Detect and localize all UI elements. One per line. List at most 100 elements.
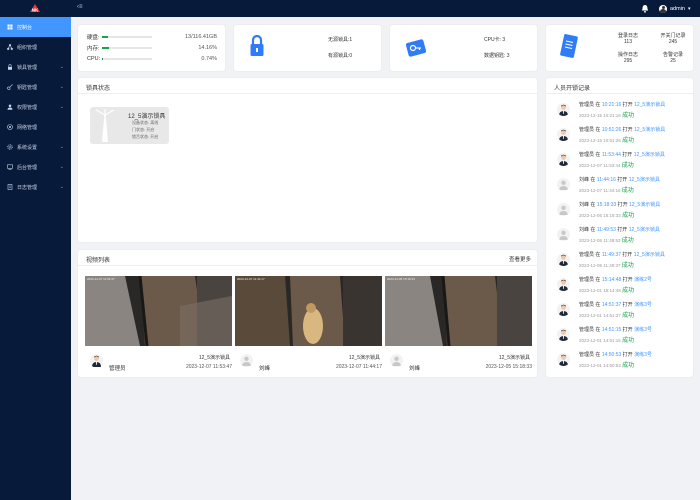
record-detail: 2023-12-07 11:44:16 成功 <box>579 185 634 194</box>
record-lock-link[interactable]: 演练3号 <box>634 302 652 308</box>
record-lock-link[interactable]: 12_5演示锁具 <box>629 202 660 208</box>
video-thumbnail[interactable]: 2023-12-07 11:53:47 <box>85 276 232 346</box>
open-record-count: 245 <box>668 39 678 45</box>
record-open: 打开 <box>622 252 633 258</box>
record-status: 成功 <box>622 138 635 144</box>
record-at: 在 <box>595 327 601 333</box>
sidebar-item-7[interactable]: 后台管理 ⌄ <box>0 157 71 177</box>
record-lock-link[interactable]: 12_5演示锁具 <box>634 252 665 258</box>
record-detail: 2023-12-01 14:50:53 成功 <box>579 360 634 369</box>
digital-key-count: 数据钥匙: 3 <box>484 53 510 59</box>
record-date: 2023-12-07 11:53:44 <box>579 163 621 168</box>
record-date: 2023-12-01 15:14:48 <box>579 288 621 293</box>
open-record-item: 管理员 在 11:53:44 打开 12_5演示锁具 2023-12-07 11:… <box>553 150 688 174</box>
record-lock-link[interactable]: 12_5演示锁具 <box>629 177 660 183</box>
sidebar-item-label: 组织管理 <box>17 44 38 51</box>
record-time: 14:50:53 <box>601 352 622 358</box>
record-lock-link[interactable]: 12_5演示锁具 <box>634 102 665 108</box>
record-lock-link[interactable]: 演练3号 <box>634 352 652 358</box>
record-lock-link[interactable]: 12_5演示锁具 <box>634 152 665 158</box>
sidebar-item-4[interactable]: 权限管理 ⌄ <box>0 97 71 117</box>
record-time: 11:49:53 <box>596 227 616 233</box>
collapse-menu-button[interactable]: ‹≡ <box>77 4 83 10</box>
record-lock-link[interactable]: 12_5演示锁具 <box>634 127 665 133</box>
record-status: 成功 <box>621 238 634 244</box>
record-lock-link[interactable]: 演练2号 <box>634 277 652 283</box>
powered-lock-count: 有源锁具:0 <box>328 53 353 59</box>
lock-stats-card: 无源锁具:1 有源锁具:0 <box>234 25 381 71</box>
sidebar-item-label: 控制台 <box>17 24 33 31</box>
lock-tongue-status: 锁舌状态: 开启 <box>132 134 159 139</box>
record-user-avatar <box>557 153 570 166</box>
memory-usage-row: 内存: 14.16% <box>87 44 217 52</box>
record-open: 打开 <box>622 352 633 358</box>
padlock-icon <box>249 34 265 58</box>
record-at: 在 <box>595 152 601 158</box>
memory-progress-fill <box>102 47 110 49</box>
key-icon <box>7 84 13 90</box>
record-summary: 管理员 在 11:49:37 打开 12_5演示锁具 <box>579 251 665 258</box>
record-date: 2023-12-05 11:49:53 <box>579 238 621 243</box>
open-records-panel: 人员开锁记录 管理员 在 10:21:16 打开 12_5演示锁具 2023-12… <box>546 78 693 377</box>
no-power-lock-count: 无源锁具:1 <box>328 37 353 43</box>
lock-icon <box>8 64 12 70</box>
user-name: admin <box>670 5 685 12</box>
memory-value: 14.16% <box>198 45 217 51</box>
user-menu[interactable]: admin ▾ <box>659 3 691 14</box>
sidebar-item-2[interactable]: 锁具管理 ⌄ <box>0 57 71 77</box>
chevron-down-icon: ⌄ <box>59 64 64 70</box>
record-summary: 管理员 在 10:21:16 打开 12_5演示锁具 <box>579 101 665 108</box>
record-lock-link[interactable]: 12_5演示锁具 <box>629 227 660 233</box>
record-lock-link[interactable]: 演练3号 <box>634 327 652 333</box>
record-summary: 管理员 在 15:14:48 打开 演练2号 <box>579 276 652 283</box>
sidebar-item-8[interactable]: 日志管理 ⌄ <box>0 177 71 197</box>
video-user-name: 管理员 <box>109 366 126 372</box>
sidebar-item-label: 网络管理 <box>17 124 38 131</box>
record-date: 2023-12-15 10:21:16 <box>579 113 621 118</box>
record-user: 刘峰 <box>579 227 590 233</box>
network-icon <box>7 124 13 130</box>
sidebar-item-5[interactable]: 网络管理 <box>0 117 71 137</box>
record-time: 14:51:37 <box>601 302 622 308</box>
video-thumbnail[interactable]: 2023-12-05 15:18:33 <box>385 276 532 346</box>
lock-tower-icon <box>93 109 117 143</box>
open-records-title: 人员开锁记录 <box>554 86 591 92</box>
user-permission-icon <box>7 104 13 110</box>
sidebar-item-6[interactable]: 系统设置 ⌄ <box>0 137 71 157</box>
sidebar-item-label: 日志管理 <box>17 184 38 191</box>
video-thumbnail[interactable]: 2023-12-07 11:44:17 <box>235 276 382 346</box>
video-user-avatar <box>240 354 254 368</box>
record-detail: 2023-12-15 10:21:16 成功 <box>579 110 634 119</box>
cpu-progress-bar <box>102 58 152 60</box>
record-open: 打开 <box>617 227 628 233</box>
notification-bell-icon[interactable] <box>641 4 649 13</box>
open-record-item: 管理员 在 14:51:37 打开 演练3号 2023-12-01 14:51:3… <box>553 300 688 324</box>
record-status: 成功 <box>621 188 634 194</box>
sidebar-item-3[interactable]: 钥匙管理 ⌄ <box>0 77 71 97</box>
open-record-item: 管理员 在 11:49:37 打开 12_5演示锁具 2023-12-05 11:… <box>553 250 688 274</box>
record-time: 15:18:33 <box>596 202 617 208</box>
video-overlay-timestamp: 2023-12-07 11:44:17 <box>237 277 265 281</box>
record-summary: 刘峰 在 11:44:16 打开 12_5演示锁具 <box>579 176 660 183</box>
sidebar-item-0[interactable]: 控制台 <box>0 17 71 37</box>
record-user: 管理员 <box>579 127 595 133</box>
video-list-title: 视频列表 <box>86 258 111 264</box>
record-user-avatar <box>557 178 570 191</box>
org-icon <box>7 44 13 50</box>
lock-device-card[interactable]: 12_5演示锁具 设备状态: 离线 门状态: 开启 锁舌状态: 开启 <box>90 107 169 144</box>
login-log-count: 113 <box>624 39 632 45</box>
record-time: 11:49:37 <box>601 252 621 258</box>
record-user: 管理员 <box>579 327 595 333</box>
brand-logo: NK <box>29 3 41 13</box>
sidebar-item-1[interactable]: 组织管理 <box>0 37 71 57</box>
record-at: 在 <box>595 352 601 358</box>
record-status: 成功 <box>621 163 634 169</box>
view-more-link[interactable]: 查看更多 <box>509 255 531 263</box>
record-open: 打开 <box>622 277 633 283</box>
record-user: 管理员 <box>579 302 595 308</box>
video-user-name: 刘峰 <box>259 366 271 372</box>
chevron-down-icon: ⌄ <box>59 144 64 150</box>
video-overlay-timestamp: 2023-12-05 15:18:33 <box>387 277 415 281</box>
record-stats-card: 登录日志 113 开关门记录 245 操作日志 295 告警记录 25 <box>546 25 693 71</box>
memory-label: 内存: <box>87 46 100 52</box>
